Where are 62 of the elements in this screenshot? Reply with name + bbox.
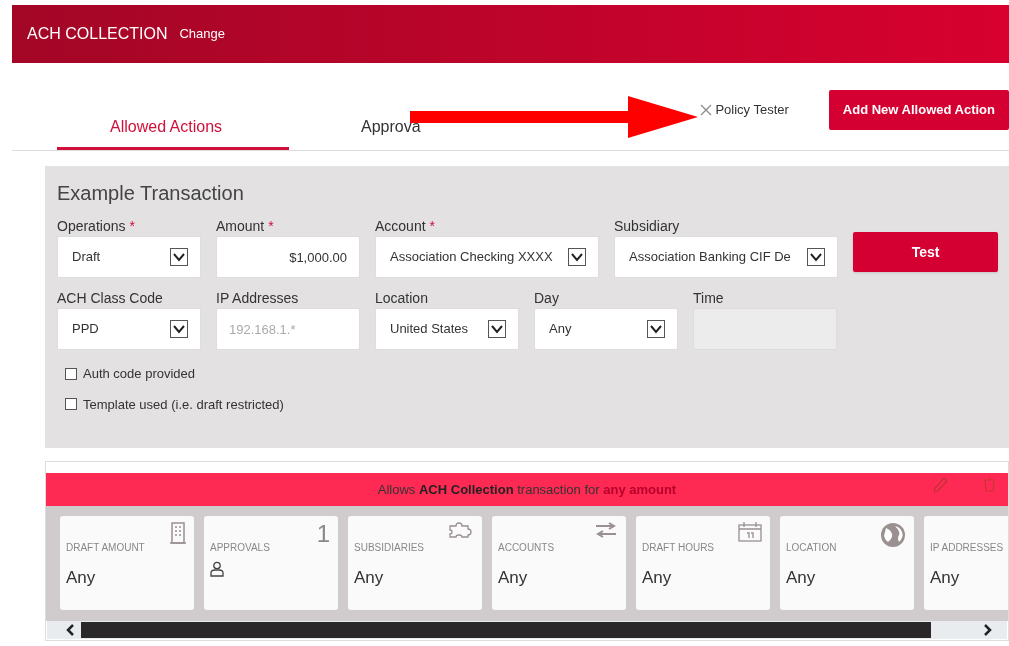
approval-count: 1 [316, 522, 330, 546]
card-label: ACCOUNTS [498, 541, 556, 555]
dropdown-caret-icon [647, 320, 665, 338]
dropdown-caret-icon [170, 248, 188, 266]
card-value: Any [354, 567, 385, 589]
checkbox[interactable] [65, 367, 77, 380]
card-label: DRAFT HOURS [642, 541, 716, 555]
field-label: ACH Class Code [57, 289, 163, 308]
policy-tester-button[interactable]: Policy Tester [715, 100, 789, 120]
card-value: Any [642, 567, 673, 589]
checkbox[interactable] [65, 398, 77, 411]
add-action-button[interactable]: Add New Allowed Action [828, 90, 1009, 130]
tab[interactable]: Allowed Actions [57, 106, 289, 150]
field-label: Time [693, 289, 724, 308]
card-label: IP ADDRESSES [930, 541, 1005, 555]
building-icon [170, 522, 186, 544]
select-field[interactable]: Association Banking CIF De [614, 236, 838, 278]
required-mark: * [268, 217, 274, 236]
dropdown-caret-icon [568, 248, 586, 266]
page-title: ACH COLLECTION [27, 24, 168, 44]
transfer-arrows-icon [594, 522, 618, 538]
card-label: DRAFT AMOUNT [66, 541, 146, 555]
horizontal-scrollbar[interactable] [47, 621, 1007, 639]
field-label: IP Addresses [216, 289, 299, 308]
scrollbar-thumb[interactable] [81, 622, 931, 638]
select-field[interactable]: Association Checking XXXX [375, 236, 599, 278]
dropdown-caret-icon [488, 320, 506, 338]
puzzle-icon [448, 522, 474, 538]
select-field[interactable]: United States [375, 308, 519, 350]
calendar-icon [738, 522, 762, 542]
select-field[interactable]: Any [534, 308, 678, 350]
input-field[interactable]: 192.168.1.* [216, 308, 360, 350]
select-field[interactable]: PPD [57, 308, 201, 350]
tab[interactable]: Approva [309, 106, 541, 150]
checkbox-label: Template used (i.e. draft restricted) [83, 395, 284, 414]
change-link[interactable]: Change [179, 24, 225, 44]
test-button[interactable]: Test [853, 232, 998, 272]
select-field[interactable]: Draft [57, 236, 201, 278]
card-value: Any [786, 567, 817, 589]
globe-icon [880, 522, 906, 548]
rule-summary: Allows ACH Collection transaction for any amount [377, 480, 677, 499]
dropdown-caret-icon [170, 320, 188, 338]
card-label: LOCATION [786, 541, 838, 555]
card-value: Any [498, 567, 529, 589]
field-label: Day [534, 289, 559, 308]
field-label: Location [375, 289, 428, 308]
required-mark: * [129, 217, 135, 236]
required-mark: * [429, 217, 436, 236]
input-field[interactable]: $1,000.00 [216, 236, 360, 278]
card-value: Any [930, 567, 961, 589]
field-label: Amount [216, 217, 265, 236]
close-icon[interactable] [700, 104, 713, 116]
panel-title: Example Transaction [57, 181, 245, 206]
field-label: Operations [57, 217, 126, 236]
card-label: APPROVALS [210, 541, 271, 555]
dropdown-caret-icon [807, 248, 825, 266]
card-value: Any [66, 567, 97, 589]
user-icon [210, 561, 224, 577]
field-label: Account [375, 217, 426, 236]
field-label: Subsidiary [614, 217, 680, 236]
checkbox-label: Auth code provided [83, 365, 196, 383]
card-label: SUBSIDIARIES [354, 541, 426, 555]
